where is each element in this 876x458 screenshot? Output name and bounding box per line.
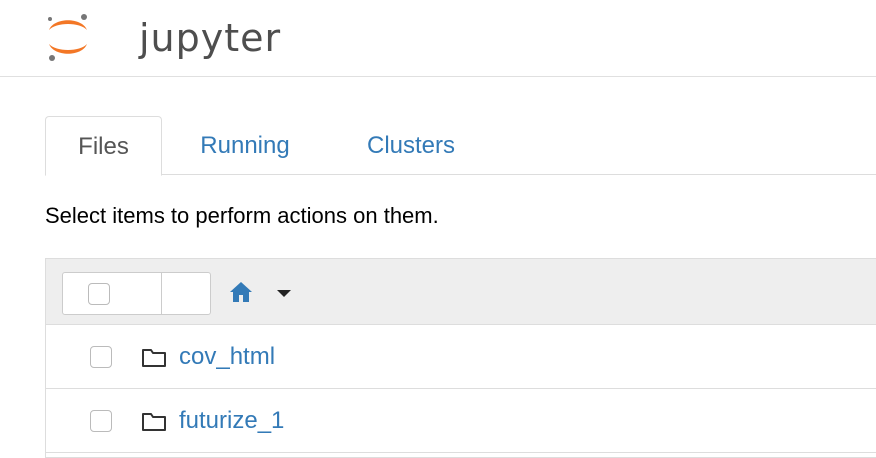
tab-bar: Files Running Clusters <box>45 116 876 176</box>
item-checkbox[interactable] <box>90 410 112 432</box>
list-item: futurize_1 <box>46 389 876 453</box>
select-all-checkbox[interactable] <box>88 283 110 305</box>
select-all-group <box>62 272 291 315</box>
jupyter-logo-icon <box>48 14 87 61</box>
tab-running[interactable]: Running <box>185 116 305 175</box>
home-icon <box>230 282 252 302</box>
file-list-toolbar <box>46 259 876 325</box>
jupyter-logo[interactable]: jupyter <box>40 8 280 66</box>
item-link[interactable]: futurize_1 <box>179 405 284 437</box>
select-dropdown-button[interactable] <box>162 273 291 314</box>
item-link[interactable]: cov_html <box>179 341 275 373</box>
breadcrumb-home[interactable] <box>229 281 253 303</box>
list-item: cov_html <box>46 325 876 389</box>
file-list: cov_html futurize_1 <box>45 258 876 458</box>
instruction-text: Select items to perform actions on them. <box>45 203 439 228</box>
caret-down-icon <box>277 290 291 297</box>
tab-clusters[interactable]: Clusters <box>347 116 475 175</box>
tab-files[interactable]: Files <box>45 116 162 176</box>
folder-icon <box>142 413 166 431</box>
folder-icon <box>142 349 166 367</box>
logo-text: jupyter <box>139 16 282 60</box>
header: jupyter <box>0 0 876 77</box>
item-checkbox[interactable] <box>90 346 112 368</box>
